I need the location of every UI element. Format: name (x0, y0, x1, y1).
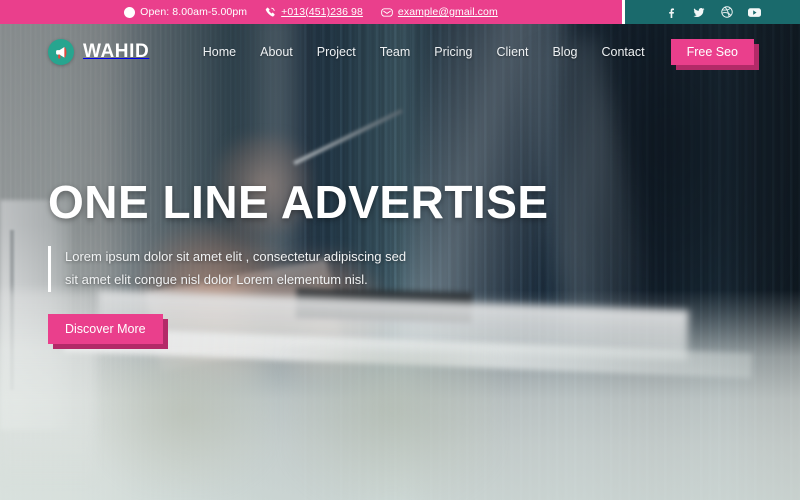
brand-name: WAHID (83, 41, 150, 62)
top-info-bar: Open: 8.00am-5.00pm +013(451)236 98 exam… (0, 0, 800, 24)
facebook-icon[interactable] (664, 6, 677, 19)
envelope-icon (381, 7, 393, 18)
main-navbar: WAHID Home About Project Team Pricing Cl… (0, 24, 800, 80)
nav-link-blog[interactable]: Blog (540, 45, 589, 59)
nav-right-group: Home About Project Team Pricing Client B… (191, 38, 754, 66)
phone-text: +013(451)236 98 (281, 6, 363, 18)
top-contact-group: Open: 8.00am-5.00pm +013(451)236 98 exam… (0, 0, 625, 24)
phone-icon (265, 7, 276, 18)
dribbble-icon[interactable] (720, 6, 733, 19)
brand-logo[interactable]: WAHID (48, 39, 149, 65)
nav-link-client[interactable]: Client (484, 45, 540, 59)
nav-link-contact[interactable]: Contact (589, 45, 656, 59)
opening-hours-text: Open: 8.00am-5.00pm (140, 6, 248, 18)
nav-link-home[interactable]: Home (191, 45, 248, 59)
nav-links: Home About Project Team Pricing Client B… (191, 45, 657, 59)
email-text: example@gmail.com (397, 6, 498, 18)
megaphone-icon (48, 39, 74, 65)
free-seo-button[interactable]: Free Seo (670, 38, 754, 66)
hero-content: ONE LINE ADVERTISE Lorem ipsum dolor sit… (48, 176, 608, 345)
nav-link-pricing[interactable]: Pricing (422, 45, 484, 59)
discover-more-button[interactable]: Discover More (48, 313, 163, 345)
page-root: Open: 8.00am-5.00pm +013(451)236 98 exam… (0, 0, 800, 500)
hero-title: ONE LINE ADVERTISE (48, 176, 549, 228)
clock-icon (124, 6, 136, 18)
nav-link-team[interactable]: Team (368, 45, 423, 59)
youtube-icon[interactable] (748, 6, 761, 19)
opening-hours: Open: 8.00am-5.00pm (124, 6, 247, 18)
hero-paragraph: Lorem ipsum dolor sit amet elit , consec… (48, 246, 420, 292)
social-links-group (625, 0, 800, 24)
phone-link[interactable]: +013(451)236 98 (265, 6, 363, 18)
nav-link-project[interactable]: Project (305, 45, 368, 59)
email-link[interactable]: example@gmail.com (381, 6, 498, 18)
nav-link-about[interactable]: About (248, 45, 305, 59)
twitter-icon[interactable] (692, 6, 705, 19)
